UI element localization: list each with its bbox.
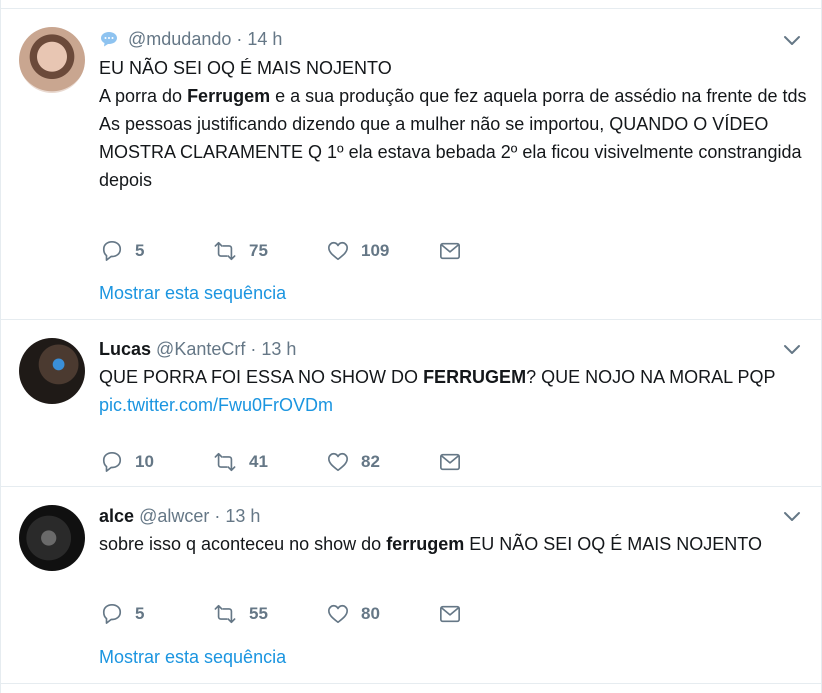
avatar[interactable] [19,505,85,571]
action-bar: 5 55 80 [99,603,499,625]
action-bar: 10 41 82 [99,451,499,473]
text-segment: QUE PORRA FOI ESSA NO SHOW DO [99,367,424,387]
show-thread-link[interactable]: Mostrar esta sequência [99,283,286,304]
handle[interactable]: @mdudando [128,29,231,49]
display-name[interactable]: alce [99,506,134,526]
heart-icon [328,452,348,472]
direct-message-button[interactable] [439,451,473,473]
envelope-icon [440,242,460,260]
retweet-count: 55 [249,604,268,623]
separator: · [250,339,257,359]
media-link[interactable]: pic.twitter.com/Fwu0FrOVDm [99,395,333,415]
like-count: 109 [361,241,390,260]
timeline: @mdudando · 14 h EU NÃO SEI OQ É MAIS NO… [0,0,822,693]
tweet-line: EU NÃO SEI OQ É MAIS NOJENTO [99,54,809,82]
reply-count: 5 [135,241,145,260]
tweet-header: @mdudando · 14 h [99,29,282,50]
direct-message-button[interactable] [439,240,473,262]
tweet-text: QUE PORRA FOI ESSA NO SHOW DO FERRUGEM? … [99,363,809,419]
envelope-icon [440,453,460,471]
avatar[interactable] [19,27,85,93]
like-button[interactable]: 80 [327,603,380,625]
chevron-down-icon[interactable] [783,35,801,47]
separator: · [214,506,221,526]
retweet-button[interactable]: 41 [213,451,268,473]
text-segment: As pessoas justificando dizendo que a mu… [99,114,802,190]
retweet-count: 41 [249,452,268,471]
chevron-down-icon[interactable] [783,511,801,523]
reply-icon [102,241,122,261]
text-segment: ? QUE NOJO NA MORAL PQP [526,367,776,387]
tweet-mdudando[interactable]: @mdudando · 14 h EU NÃO SEI OQ É MAIS NO… [1,9,821,320]
tweet-header: Lucas @KanteCrf · 13 h [99,339,296,360]
text-segment: A porra do [99,86,188,106]
avatar[interactable] [19,338,85,404]
tweet-line: As pessoas justificando dizendo que a mu… [99,110,809,194]
tweet-line: QUE PORRA FOI ESSA NO SHOW DO FERRUGEM? … [99,363,809,419]
retweet-icon [214,452,236,472]
tweet-line: sobre isso q aconteceu no show do ferrug… [99,530,809,558]
reply-count: 10 [135,452,154,471]
tweet-alwcer[interactable]: alce @alwcer · 13 h sobre isso q acontec… [1,487,821,684]
handle[interactable]: @alwcer [139,506,209,526]
reply-button[interactable]: 5 [101,603,144,625]
timestamp[interactable]: 13 h [261,339,296,359]
like-button[interactable]: 82 [327,451,380,473]
highlighted-term: FERRUGEM [423,367,527,387]
action-bar: 5 75 109 [99,240,499,262]
direct-message-button[interactable] [439,603,473,625]
like-count: 80 [361,604,380,623]
text-segment: EU NÃO SEI OQ É MAIS NOJENTO [464,534,762,554]
reply-icon [102,452,122,472]
like-button[interactable]: 109 [327,240,389,262]
text-segment: EU NÃO SEI OQ É MAIS NOJENTO [99,58,392,78]
heart-icon [328,604,348,624]
reply-icon [102,604,122,624]
reply-button[interactable]: 10 [101,451,154,473]
tweet-text: EU NÃO SEI OQ É MAIS NOJENTO A porra do … [99,54,809,194]
tweet-line: A porra do Ferrugem e a sua produção que… [99,82,809,110]
show-thread-link[interactable]: Mostrar esta sequência [99,647,286,668]
separator: · [236,29,243,49]
retweet-icon [214,604,236,624]
tweet-text: sobre isso q aconteceu no show do ferrug… [99,530,809,558]
timestamp[interactable]: 13 h [225,506,260,526]
retweet-icon [214,241,236,261]
retweet-count: 75 [249,241,268,260]
text-segment: sobre isso q aconteceu no show do [99,534,387,554]
conversation-icon [101,32,117,47]
retweet-button[interactable]: 75 [213,240,268,262]
highlighted-term: Ferrugem [187,86,271,106]
envelope-icon [440,605,460,623]
timeline-top-divider [1,0,821,9]
highlighted-term: ferrugem [386,534,465,554]
reply-button[interactable]: 5 [101,240,144,262]
retweet-button[interactable]: 55 [213,603,268,625]
like-count: 82 [361,452,380,471]
heart-icon [328,241,348,261]
handle[interactable]: @KanteCrf [156,339,245,359]
text-segment: e a sua produção que fez aquela porra de… [270,86,807,106]
tweet-kantecrf[interactable]: Lucas @KanteCrf · 13 h QUE PORRA FOI ESS… [1,320,821,487]
reply-count: 5 [135,604,145,623]
display-name[interactable]: Lucas [99,339,151,359]
chevron-down-icon[interactable] [783,344,801,356]
timestamp[interactable]: 14 h [247,29,282,49]
tweet-header: alce @alwcer · 13 h [99,506,260,527]
